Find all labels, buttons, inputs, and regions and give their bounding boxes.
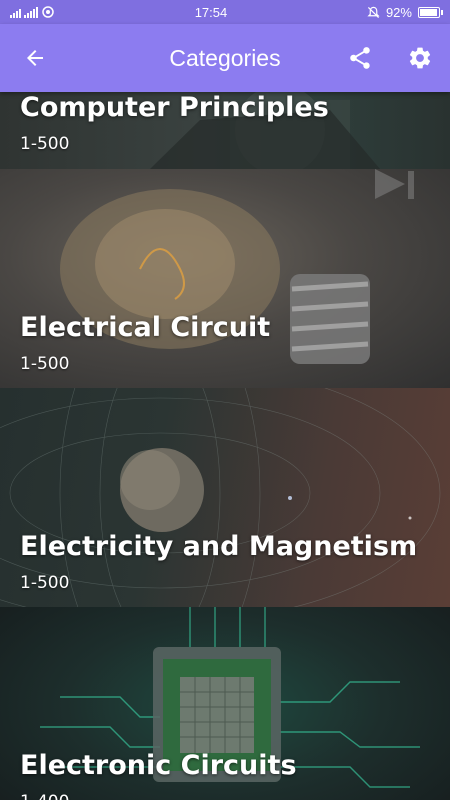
gear-icon xyxy=(409,47,431,69)
category-card-electricity-and-magnetism[interactable]: Electricity and Magnetism 1-500 xyxy=(0,388,450,607)
app-bar: Categories xyxy=(0,24,450,92)
battery-icon xyxy=(417,6,443,18)
category-range: 1-500 xyxy=(20,354,70,374)
category-range: 1-500 xyxy=(20,134,70,154)
category-title: Electricity and Magnetism xyxy=(20,531,418,562)
category-title: Electrical Circuit xyxy=(20,312,271,343)
status-icons-right: 92% xyxy=(367,4,443,20)
category-card-electronic-circuits[interactable]: Electronic Circuits 1-400 xyxy=(0,607,450,800)
mute-bell-icon xyxy=(367,6,380,18)
notification-icon xyxy=(42,6,54,18)
signal-icon xyxy=(24,6,38,18)
battery-percent: 92% xyxy=(385,4,412,20)
category-list[interactable]: Computer Principles 1-500 Electrical Cir… xyxy=(0,92,450,800)
category-title: Electronic Circuits xyxy=(20,750,297,781)
status-icons-left xyxy=(10,5,55,19)
signal-icon xyxy=(10,7,21,18)
back-button[interactable] xyxy=(15,38,55,78)
share-button[interactable] xyxy=(340,38,380,78)
status-time: 17:54 xyxy=(194,4,228,20)
category-range: 1-400 xyxy=(20,792,69,800)
category-card-computer-principles[interactable]: Computer Principles 1-500 xyxy=(0,92,450,169)
share-icon xyxy=(350,47,370,69)
status-bar: 17:54 92% xyxy=(0,0,450,24)
settings-button[interactable] xyxy=(400,38,440,78)
category-range: 1-500 xyxy=(20,573,70,593)
category-card-electrical-circuit[interactable]: Electrical Circuit 1-500 xyxy=(0,169,450,388)
category-title: Computer Principles xyxy=(20,92,329,123)
arrow-back-icon xyxy=(27,50,43,66)
page-title: Categories xyxy=(169,45,281,71)
